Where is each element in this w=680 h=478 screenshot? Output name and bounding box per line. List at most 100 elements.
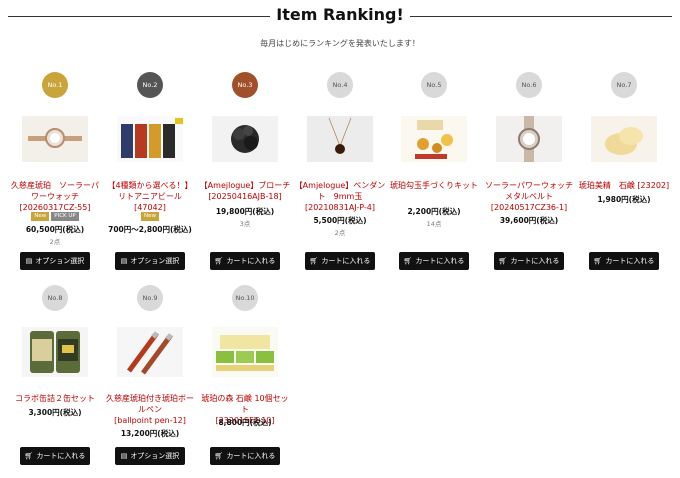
add-to-cart-button[interactable]: 🛒︎ カートに入れる [210,447,280,465]
pickup-badge: PICK UP [51,212,79,221]
button-label: カートに入れる [605,257,655,265]
add-to-cart-button[interactable]: 🛒︎ カートに入れる [589,252,659,270]
cart-icon: 🛒︎ [593,257,603,265]
product-name[interactable]: コラボ缶詰２缶セット [9,393,101,404]
cart-icon: 🛒︎ [309,257,319,265]
add-to-cart-button[interactable]: 🛒︎ カートに入れる [305,252,375,270]
product-name[interactable]: 【Amjelogue】ペンダント 9mm玉 [20210831AJ-P-4] [294,180,386,213]
product-image-canned-set[interactable] [22,327,88,377]
rank-badge: No.7 [611,72,637,98]
cart-icon: 🛒︎ [403,257,413,265]
new-badge: New [31,212,50,221]
button-label: カートに入れる [226,257,276,265]
product-name-text[interactable]: 久慈産琥珀 ソーラーパワーウォッチ [11,181,99,201]
option-select-button[interactable]: ▤ オプション選択 [115,447,185,465]
product-name[interactable]: 【Amejlogue】ブローチ [20250416AJB-18] [199,180,291,202]
rank-badge: No.6 [516,72,542,98]
product-code: [20210831AJ-P-4] [304,203,376,212]
ranking-item-6: No.6 ソーラーパワーウォッチ メタルベルト [20240517CZ36-1] … [483,72,575,272]
ranking-item-5: No.5 琥珀勾玉手づくりキット 2,200円(税込) 14点 🛒︎ カートに入れ… [388,72,480,272]
document-icon: ▤ [120,257,128,265]
stock-count: 2点 [49,238,61,246]
stock-count: 2点 [334,229,346,237]
rank-badge: No.5 [421,72,447,98]
product-code: [47042] [134,203,166,212]
ranking-item-7: No.7 琥珀美精 石鹸 [23202] 1,980円(税込) 🛒︎ カートに入れ… [578,72,670,272]
add-to-cart-button[interactable]: 🛒︎ カートに入れる [399,252,469,270]
button-label: カートに入れる [226,452,276,460]
product-image-brooch[interactable] [212,116,278,162]
button-label: カートに入れる [415,257,465,265]
product-price: 1,980円(税込) [597,195,651,204]
product-name-text[interactable]: 【Amejlogue】ブローチ [200,181,291,190]
button-label: オプション選択 [130,452,180,460]
option-select-button[interactable]: ▤ オプション選択 [115,252,185,270]
product-name[interactable]: 久慈産琥珀 ソーラーパワーウォッチ [20260317CZ-55] [9,180,101,213]
product-price: 19,800円(税込) [215,207,275,216]
button-label: オプション選択 [130,257,180,265]
rank-badge: No.1 [42,72,68,98]
product-price: 8,800円(税込) [218,418,272,427]
product-price: 13,200円(税込) [120,429,180,438]
cart-icon: 🛒︎ [24,452,34,460]
product-name-text[interactable]: 琥珀美精 石鹸 [579,181,635,190]
ranking-item-4: No.4 【Amjelogue】ペンダント 9mm玉 [20210831AJ-P-… [294,72,386,272]
product-code: [20240517CZ36-1] [490,203,568,212]
ranking-header: Item Ranking! [0,0,680,34]
new-badge: New [141,212,159,221]
product-name[interactable]: 琥珀勾玉手づくりキット [388,180,480,191]
product-name[interactable]: 【4種類から選べる！】リトアニアビール [47042] [104,180,196,213]
product-code: [ballpoint pen-12] [114,416,186,425]
rank-badge: No.4 [327,72,353,98]
product-image-magatama-kit[interactable] [401,116,467,162]
header-divider-left [8,16,270,17]
product-price: 3,300円(税込) [28,408,82,417]
product-code: [20250416AJB-18] [208,192,282,201]
product-name[interactable]: ソーラーパワーウォッチ メタルベルト [20240517CZ36-1] [483,180,575,213]
ranking-item-1: No.1 久慈産琥珀 ソーラーパワーウォッチ [20260317CZ-55] Ne… [9,72,101,272]
product-name-text[interactable]: 【4種類から選べる！】リトアニアビール [107,181,192,201]
product-price: 5,500円(税込) [313,216,367,225]
product-badges: New PICK UP [9,212,101,221]
button-label: カートに入れる [510,257,560,265]
product-name-text[interactable]: コラボ缶詰２缶セット [15,394,95,403]
product-name[interactable]: 琥珀美精 石鹸 [23202] [578,180,670,191]
product-price: 2,200円(税込) [407,207,461,216]
product-image-soap[interactable] [591,116,657,162]
cart-icon: 🛒︎ [214,452,224,460]
stock-count: 14点 [426,220,442,228]
product-price: 39,600円(税込) [499,216,559,225]
product-image-watch[interactable] [22,116,88,162]
product-name-text[interactable]: ソーラーパワーウォッチ メタルベルト [485,181,573,201]
ranking-item-8: No.8 コラボ缶詰２缶セット 3,300円(税込) 🛒︎ カートに入れる [9,285,101,470]
page-subtitle: 毎月はじめにランキングを発表いたします！ [260,39,420,48]
product-name-text[interactable]: 琥珀勾玉手づくりキット [390,181,478,190]
product-image-beer[interactable] [117,116,183,162]
add-to-cart-button[interactable]: 🛒︎ カートに入れる [210,252,280,270]
cart-icon: 🛒︎ [214,257,224,265]
rank-badge: No.10 [232,285,258,311]
rank-badge: No.3 [232,72,258,98]
ranking-item-2: No.2 【4種類から選べる！】リトアニアビール [47042] New 700円… [104,72,196,272]
product-code: [20260317CZ-55] [19,203,91,212]
page-title: Item Ranking! [276,5,404,24]
rank-badge: No.8 [42,285,68,311]
product-code: [23202] [637,181,670,190]
add-to-cart-button[interactable]: 🛒︎ カートに入れる [494,252,564,270]
product-image-pendant[interactable] [307,116,373,162]
document-icon: ▤ [25,257,33,265]
product-name[interactable]: 久慈産琥珀付き琥珀ボールペン [ballpoint pen-12] [104,393,196,426]
product-image-soap-set[interactable] [212,327,278,377]
option-select-button[interactable]: ▤ オプション選択 [20,252,90,270]
product-name-text[interactable]: 琥珀の森 石鹸 10個セット [201,394,288,414]
ranking-item-3: No.3 【Amejlogue】ブローチ [20250416AJB-18] 19,… [199,72,291,272]
ranking-item-9: No.9 久慈産琥珀付き琥珀ボールペン [ballpoint pen-12] 13… [104,285,196,470]
product-image-ballpoint-pen[interactable] [117,327,183,377]
product-name-text[interactable]: 【Amjelogue】ペンダント 9mm玉 [295,181,386,201]
ranking-item-10: No.10 琥珀の森 石鹸 10個セット [23201SET-10] 8,800円… [199,285,291,470]
product-price: 700円～2,800円(税込) [108,225,192,234]
header-divider-right [410,16,672,17]
add-to-cart-button[interactable]: 🛒︎ カートに入れる [20,447,90,465]
product-image-metal-watch[interactable] [496,116,562,162]
product-name-text[interactable]: 久慈産琥珀付き琥珀ボールペン [106,394,194,414]
